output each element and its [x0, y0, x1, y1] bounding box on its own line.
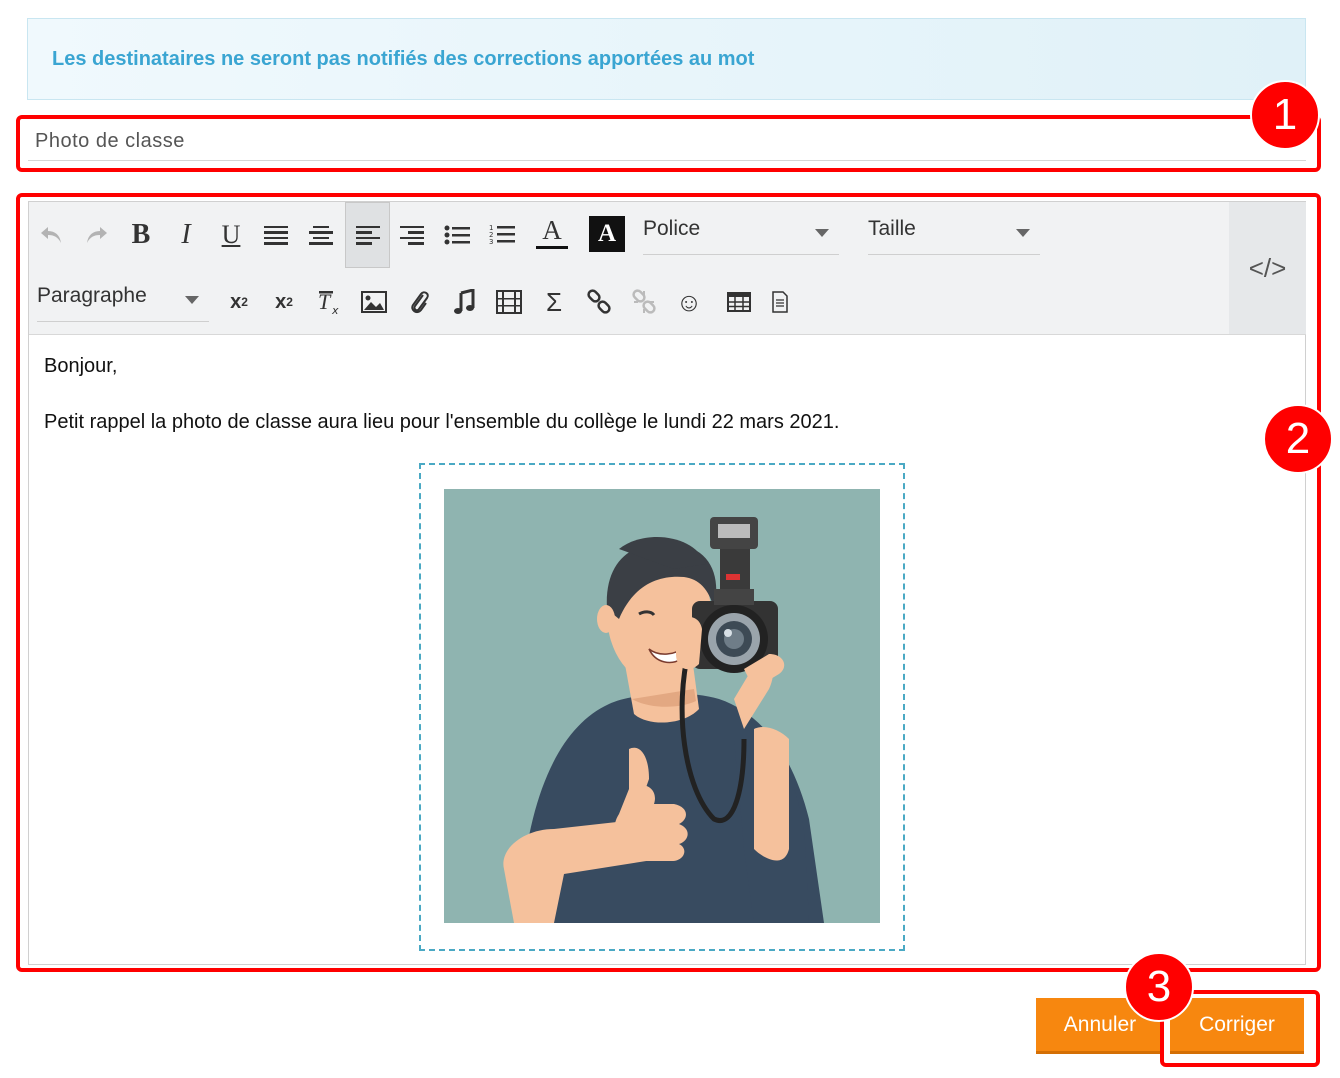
- annotation-badge-1: 1: [1250, 80, 1320, 150]
- annotation-badge-3: 3: [1124, 952, 1194, 1022]
- info-banner-text: Les destinataires ne seront pas notifiés…: [52, 47, 755, 70]
- info-banner: Les destinataires ne seront pas notifiés…: [27, 18, 1306, 100]
- annotation-box-editor: [16, 193, 1321, 972]
- annotation-badge-2: 2: [1263, 404, 1333, 474]
- annotation-box-subject: [16, 115, 1321, 172]
